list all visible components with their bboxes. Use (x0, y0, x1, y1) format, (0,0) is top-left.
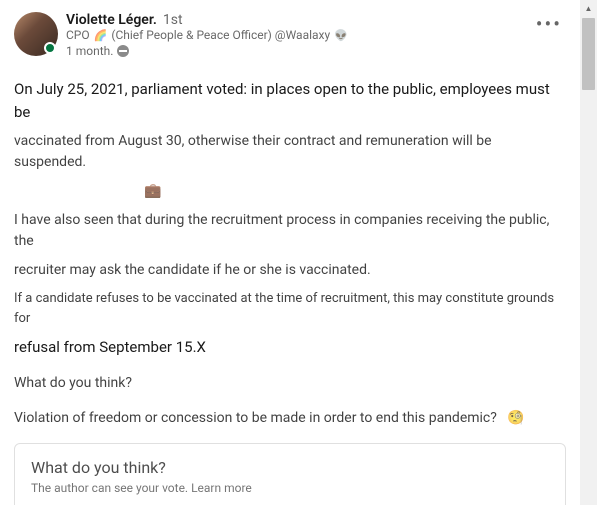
post-line-2: vaccinated from August 30, otherwise the… (14, 131, 566, 173)
poll-title: What do you think? (31, 458, 549, 477)
author-name[interactable]: Violette Léger. (66, 12, 157, 28)
scrollbar-up-arrow[interactable]: ▲ (580, 0, 597, 17)
post-para-3: If a candidate refuses to be vaccinated … (14, 289, 566, 328)
more-menu-button[interactable]: ••• (536, 12, 562, 36)
post-line-2-text: vaccinated from August 30, otherwise the… (14, 133, 492, 170)
post-question-2: Violation of freedom or concession to be… (14, 410, 497, 426)
briefcase-icon: 💼 (144, 183, 161, 199)
post-para-2a: I have also seen that during the recruit… (14, 210, 566, 252)
rainbow-icon: 🌈 (94, 29, 108, 42)
post-header: Violette Léger. 1st CPO 🌈 (Chief People … (14, 12, 566, 68)
presence-indicator (44, 42, 56, 54)
author-info: Violette Léger. 1st CPO 🌈 (Chief People … (66, 12, 348, 58)
post-para-2b: recruiter may ask the candidate if he or… (14, 260, 566, 281)
subtitle-prefix: CPO (66, 28, 90, 42)
poll-subtitle[interactable]: The author can see your vote. Learn more (31, 481, 549, 495)
scrollbar-thumb[interactable] (582, 18, 595, 90)
post-refusal-line: refusal from September 15.X (14, 336, 566, 359)
connection-degree: 1st (163, 12, 183, 28)
thinking-icon: 🧐 (507, 410, 524, 426)
globe-icon (117, 45, 129, 57)
alien-icon: 👽 (334, 29, 348, 42)
post-age: 1 month. (66, 44, 113, 58)
post-container: Violette Léger. 1st CPO 🌈 (Chief People … (0, 0, 580, 505)
post-body: On July 25, 2021, parliament voted: in p… (14, 78, 566, 429)
scrollbar-track[interactable]: ▲ (580, 0, 597, 505)
post-question-1: What do you think? (14, 373, 566, 394)
poll-card: What do you think? The author can see yo… (14, 443, 566, 505)
post-line-1: On July 25, 2021, parliament voted: in p… (14, 78, 566, 123)
avatar-wrap[interactable] (14, 12, 58, 68)
subtitle-role: (Chief People & Peace Officer) @Waalaxy (111, 28, 330, 42)
